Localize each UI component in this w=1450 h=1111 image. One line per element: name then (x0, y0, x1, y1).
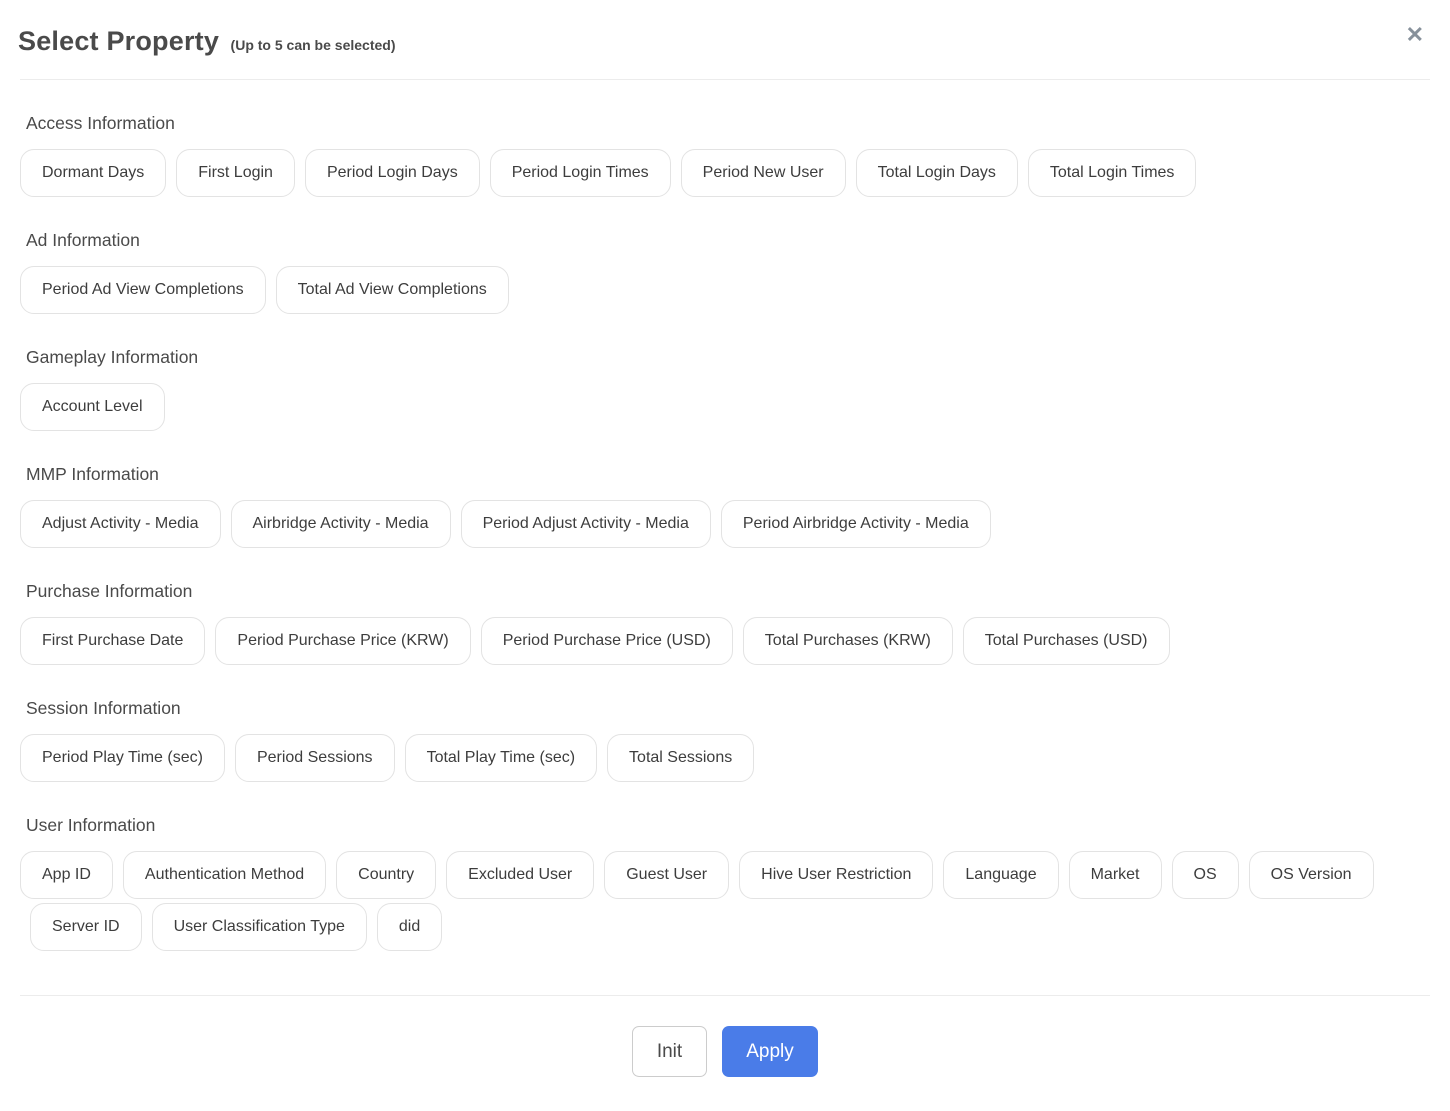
chip-row: Account Level (20, 383, 1430, 431)
chip-period-purchase-price-krw[interactable]: Period Purchase Price (KRW) (215, 617, 470, 665)
section-label: MMP Information (26, 464, 1430, 485)
chip-language[interactable]: Language (943, 851, 1058, 899)
close-icon[interactable]: ✕ (1406, 24, 1424, 46)
chip-guest-user[interactable]: Guest User (604, 851, 729, 899)
chip-row: App IDAuthentication MethodCountryExclud… (20, 851, 1430, 899)
chip-period-login-times[interactable]: Period Login Times (490, 149, 671, 197)
selection-limit-hint: (Up to 5 can be selected) (231, 37, 396, 53)
chip-total-purchases-usd[interactable]: Total Purchases (USD) (963, 617, 1170, 665)
section-access-information: Access Information Dormant DaysFirst Logi… (20, 113, 1430, 197)
section-label: Access Information (26, 113, 1430, 134)
section-mmp-information: MMP Information Adjust Activity - MediaAi… (20, 464, 1430, 548)
chip-row: Period Ad View CompletionsTotal Ad View … (20, 266, 1430, 314)
chip-row: Dormant DaysFirst LoginPeriod Login Days… (20, 149, 1430, 197)
init-button[interactable]: Init (632, 1026, 707, 1077)
chip-total-sessions[interactable]: Total Sessions (607, 734, 754, 782)
section-gameplay-information: Gameplay Information Account Level (20, 347, 1430, 431)
chip-dormant-days[interactable]: Dormant Days (20, 149, 166, 197)
chip-row: Adjust Activity - MediaAirbridge Activit… (20, 500, 1430, 548)
chip-excluded-user[interactable]: Excluded User (446, 851, 594, 899)
section-ad-information: Ad Information Period Ad View Completions… (20, 230, 1430, 314)
chip-total-login-times[interactable]: Total Login Times (1028, 149, 1197, 197)
footer-buttons: Init Apply (0, 1026, 1450, 1077)
section-label: Gameplay Information (26, 347, 1430, 368)
header-divider (20, 79, 1430, 80)
chip-app-id[interactable]: App ID (20, 851, 113, 899)
chip-row: Server IDUser Classification Typedid (30, 903, 1430, 951)
chip-os[interactable]: OS (1172, 851, 1239, 899)
chip-period-sessions[interactable]: Period Sessions (235, 734, 395, 782)
footer-divider (20, 995, 1430, 996)
chip-first-login[interactable]: First Login (176, 149, 295, 197)
chip-airbridge-activity-media[interactable]: Airbridge Activity - Media (231, 500, 451, 548)
chip-period-adjust-activity-media[interactable]: Period Adjust Activity - Media (461, 500, 711, 548)
modal-header: Select Property (Up to 5 can be selected… (0, 0, 1450, 79)
chip-first-purchase-date[interactable]: First Purchase Date (20, 617, 205, 665)
chip-row: Period Play Time (sec)Period SessionsTot… (20, 734, 1430, 782)
chip-adjust-activity-media[interactable]: Adjust Activity - Media (20, 500, 221, 548)
apply-button[interactable]: Apply (722, 1026, 818, 1077)
chip-period-ad-view-completions[interactable]: Period Ad View Completions (20, 266, 266, 314)
section-label: Session Information (26, 698, 1430, 719)
chip-authentication-method[interactable]: Authentication Method (123, 851, 326, 899)
chip-period-new-user[interactable]: Period New User (681, 149, 846, 197)
chip-hive-user-restriction[interactable]: Hive User Restriction (739, 851, 933, 899)
chip-total-purchases-krw[interactable]: Total Purchases (KRW) (743, 617, 953, 665)
chip-account-level[interactable]: Account Level (20, 383, 165, 431)
chip-country[interactable]: Country (336, 851, 436, 899)
chip-period-play-time-sec[interactable]: Period Play Time (sec) (20, 734, 225, 782)
chip-user-classification-type[interactable]: User Classification Type (152, 903, 367, 951)
section-session-information: Session Information Period Play Time (sec… (20, 698, 1430, 782)
section-purchase-information: Purchase InformationFirst Purchase DateP… (20, 581, 1430, 665)
chip-period-purchase-price-usd[interactable]: Period Purchase Price (USD) (481, 617, 733, 665)
page-title: Select Property (18, 26, 219, 57)
section-label: User Information (26, 815, 1430, 836)
chip-total-login-days[interactable]: Total Login Days (856, 149, 1018, 197)
section-user-information: User Information App IDAuthentication Met… (20, 815, 1430, 951)
chip-did[interactable]: did (377, 903, 442, 951)
chip-server-id[interactable]: Server ID (30, 903, 142, 951)
chip-row: First Purchase DatePeriod Purchase Price… (20, 617, 1430, 665)
chip-period-login-days[interactable]: Period Login Days (305, 149, 480, 197)
chip-total-play-time-sec[interactable]: Total Play Time (sec) (405, 734, 597, 782)
chip-market[interactable]: Market (1069, 851, 1162, 899)
section-label: Purchase Information (26, 581, 1430, 602)
chip-period-airbridge-activity-media[interactable]: Period Airbridge Activity - Media (721, 500, 991, 548)
section-label: Ad Information (26, 230, 1430, 251)
chip-os-version[interactable]: OS Version (1249, 851, 1374, 899)
property-sections: Access Information Dormant DaysFirst Logi… (0, 113, 1450, 951)
chip-total-ad-view-completions[interactable]: Total Ad View Completions (276, 266, 509, 314)
